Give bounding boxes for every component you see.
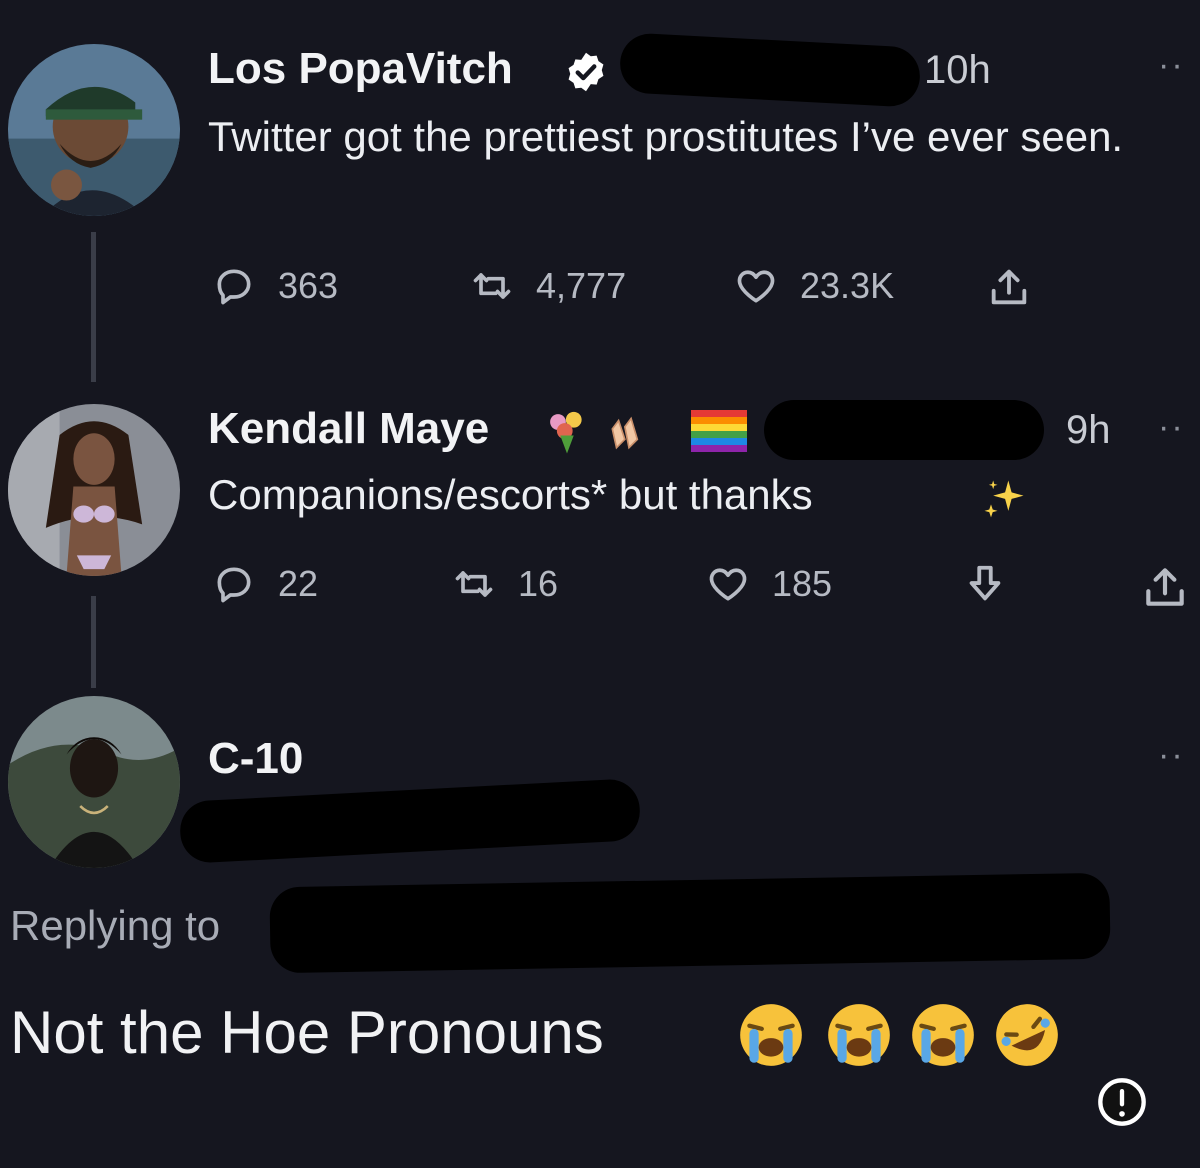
rolling-laughing-icon (996, 1004, 1058, 1066)
redacted-handle (618, 32, 922, 108)
reply-count: 22 (278, 563, 319, 604)
heart-icon (709, 568, 747, 601)
retweet-icon (455, 571, 493, 597)
reply-icon (217, 567, 251, 603)
heart-icon (737, 270, 775, 303)
crying-face-icon (740, 1004, 802, 1066)
tweet-time: 9h (1066, 408, 1111, 452)
retweet-count: 16 (518, 563, 559, 604)
reply-icon (217, 269, 251, 305)
clapping-hands-icon (611, 416, 639, 450)
like-button[interactable]: 185 (706, 562, 832, 606)
redacted-handle (178, 778, 642, 864)
thread-line-1 (91, 232, 96, 382)
verified-badge-icon (568, 52, 604, 92)
author-name[interactable]: C-10 (208, 734, 303, 784)
share-icon[interactable] (1140, 562, 1190, 612)
more-options-button[interactable]: ·· (1158, 736, 1185, 775)
tweet-time: 10h (924, 48, 991, 92)
avatar-los-popavitch[interactable] (8, 44, 180, 216)
reply-text: Not the Hoe Pronouns (10, 999, 604, 1066)
rainbow-flag-icon (691, 410, 747, 452)
like-count: 185 (772, 563, 833, 604)
replying-to-label: Replying to (10, 902, 221, 949)
crying-face-icon (912, 1004, 974, 1066)
tweet-text: Companions/escorts* but thanks (208, 471, 813, 518)
download-icon[interactable] (962, 562, 1008, 608)
bouquet-emoji-icon (550, 411, 582, 454)
info-icon[interactable] (1096, 1076, 1148, 1128)
reply-count: 363 (278, 265, 339, 306)
crying-face-icon (828, 1004, 890, 1066)
author-name[interactable]: Kendall Maye (208, 404, 489, 454)
like-count: 23.3K (800, 265, 895, 306)
avatar-kendall-maye[interactable] (8, 404, 180, 576)
redacted-handle (764, 400, 1044, 460)
sparkles-icon (984, 480, 1024, 518)
more-options-button[interactable]: ·· (1158, 46, 1185, 85)
avatar-c-10[interactable] (8, 696, 180, 868)
retweet-button[interactable]: 16 (452, 562, 558, 606)
author-name[interactable]: Los PopaVitch (208, 44, 513, 94)
reply-button[interactable]: 363 (212, 264, 338, 308)
share-icon[interactable] (986, 264, 1032, 310)
like-button[interactable]: 23.3K (734, 264, 894, 308)
retweet-button[interactable]: 4,777 (470, 264, 626, 308)
redacted-reply-target (269, 872, 1111, 974)
more-options-button[interactable]: ·· (1158, 408, 1185, 447)
thread-line-2 (91, 596, 96, 688)
retweet-icon (473, 273, 511, 299)
tweet-text: Twitter got the prettiest prostitutes I’… (208, 113, 1124, 160)
retweet-count: 4,777 (536, 265, 627, 306)
reply-button[interactable]: 22 (212, 562, 318, 606)
